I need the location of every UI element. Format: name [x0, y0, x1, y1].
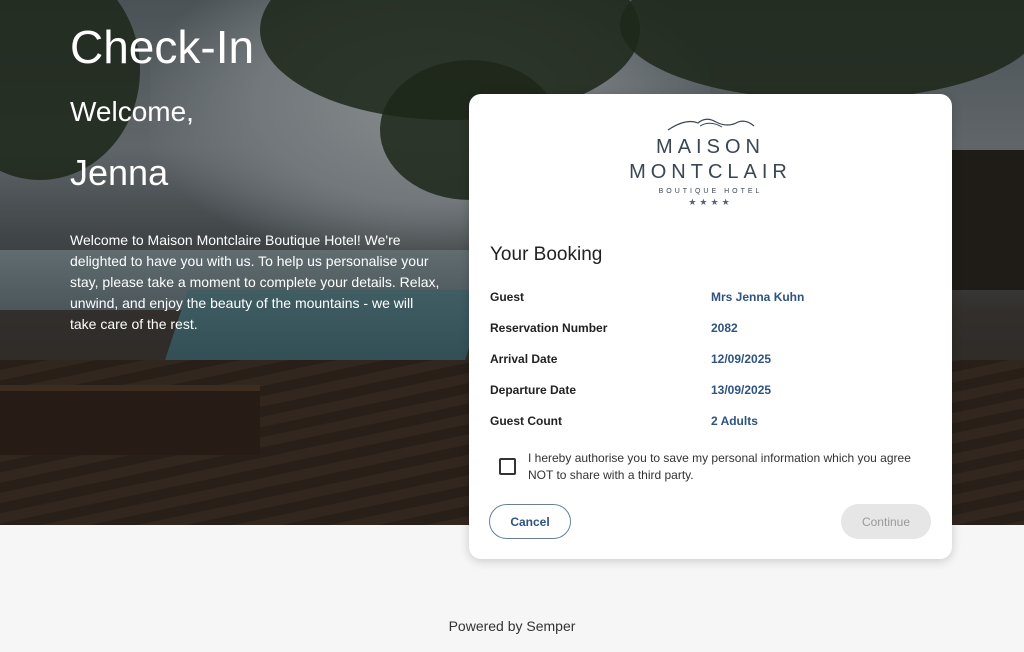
page-title: Check-In — [70, 21, 255, 73]
booking-label: Guest — [490, 290, 525, 304]
logo-line-maison: MAISON — [656, 136, 765, 158]
booking-card: MAISON MONTCLAIR BOUTIQUE HOTEL ★★★★ You… — [469, 94, 952, 559]
booking-value: 13/09/2025 — [711, 383, 772, 397]
booking-value: 2082 — [711, 321, 738, 335]
consent-checkbox[interactable] — [499, 458, 516, 475]
booking-value: Mrs Jenna Kuhn — [711, 290, 805, 304]
booking-title: Your Booking — [490, 244, 603, 265]
consent-text: I hereby authorise you to save my person… — [528, 451, 911, 482]
booking-row-departure: Departure Date 13/09/2025 — [490, 383, 930, 399]
logo-line-boutique: BOUTIQUE HOTEL — [658, 188, 763, 195]
guest-first-name: Jenna — [70, 152, 169, 193]
footer-powered-by: Powered by Semper — [448, 618, 576, 634]
booking-row-reservation: Reservation Number 2082 — [490, 321, 930, 337]
booking-label: Guest Count — [490, 414, 562, 428]
booking-row-arrival: Arrival Date 12/09/2025 — [490, 352, 930, 368]
booking-value: 2 Adults — [711, 414, 758, 428]
continue-button[interactable]: Continue — [841, 504, 931, 539]
hotel-logo: MAISON MONTCLAIR BOUTIQUE HOTEL ★★★★ — [469, 114, 952, 208]
welcome-intro-text: Welcome to Maison Montclaire Boutique Ho… — [70, 232, 440, 332]
booking-value: 12/09/2025 — [711, 352, 772, 366]
logo-stars: ★★★★ — [688, 197, 733, 207]
booking-row-guest-count: Guest Count 2 Adults — [490, 414, 930, 430]
booking-label: Arrival Date — [490, 352, 558, 366]
cancel-button[interactable]: Cancel — [489, 504, 571, 539]
mountain-icon — [667, 118, 754, 131]
booking-row-guest: Guest Mrs Jenna Kuhn — [490, 290, 930, 306]
booking-label: Departure Date — [490, 383, 577, 397]
logo-line-montclair: MONTCLAIR — [629, 161, 792, 183]
welcome-heading: Welcome, — [70, 96, 194, 127]
booking-label: Reservation Number — [490, 321, 608, 335]
